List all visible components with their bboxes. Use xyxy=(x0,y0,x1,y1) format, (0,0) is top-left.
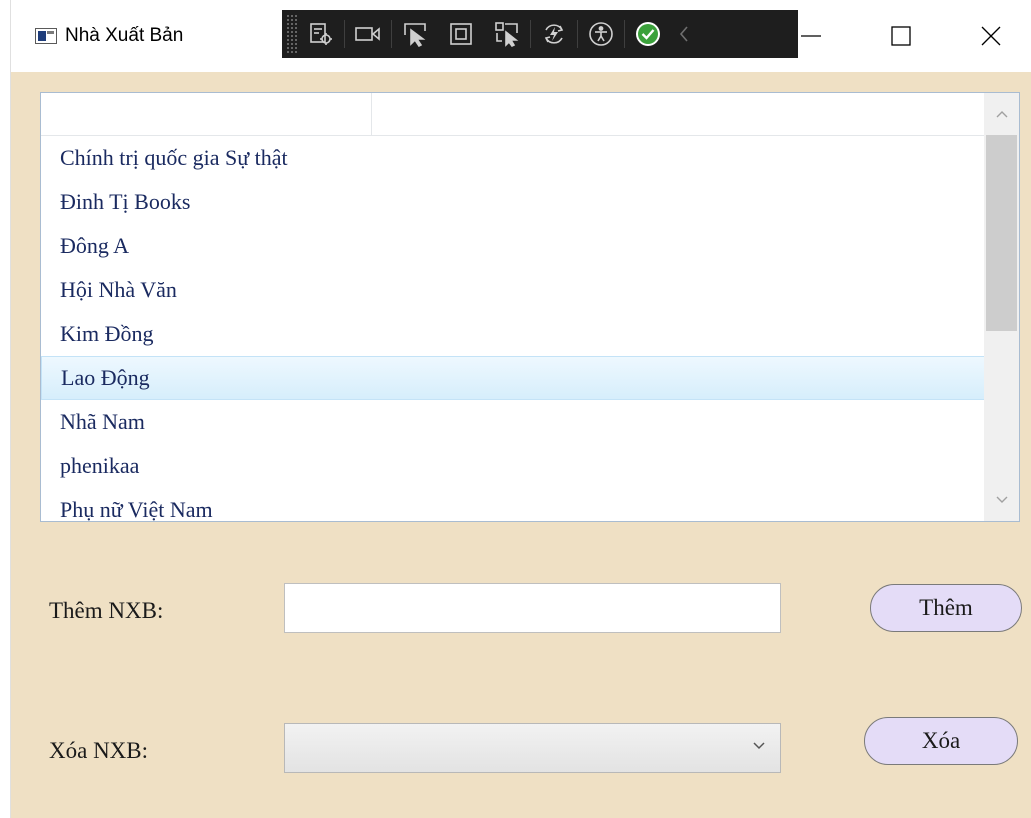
minimize-icon xyxy=(801,35,821,37)
chevron-up-icon xyxy=(996,111,1007,118)
select-element-icon[interactable] xyxy=(392,14,438,54)
track-focused-element-icon[interactable] xyxy=(484,14,530,54)
list-item[interactable]: Nhã Nam xyxy=(41,400,985,444)
list-item[interactable]: Kim Đồng xyxy=(41,312,985,356)
close-icon xyxy=(981,26,1001,46)
wpf-debug-toolbar xyxy=(282,10,798,58)
title-bar[interactable]: Nhà Xuất Bản xyxy=(11,0,1031,72)
maximize-icon xyxy=(891,26,911,46)
list-item[interactable]: Đinh Tị Books xyxy=(41,180,985,224)
delete-button[interactable]: Xóa xyxy=(864,717,1018,765)
collapse-toolbar-icon[interactable] xyxy=(671,14,697,54)
list-item[interactable]: Phụ nữ Việt Nam xyxy=(41,488,985,532)
minimize-button[interactable] xyxy=(781,16,841,56)
list-header xyxy=(41,93,985,136)
live-visual-tree-icon[interactable] xyxy=(298,14,344,54)
list-item[interactable]: Chính trị quốc gia Sự thật xyxy=(41,136,985,180)
close-button[interactable] xyxy=(961,16,1021,56)
chevron-down-icon xyxy=(753,742,765,750)
window-title: Nhà Xuất Bản xyxy=(65,25,184,46)
list-item[interactable]: Hội Nhà Văn xyxy=(41,268,985,312)
toolbar-grip-icon[interactable] xyxy=(286,14,298,54)
add-publisher-input[interactable] xyxy=(284,583,781,633)
add-button[interactable]: Thêm xyxy=(870,584,1022,632)
app-window-icon xyxy=(35,28,57,44)
chevron-down-icon xyxy=(996,496,1007,503)
maximize-button[interactable] xyxy=(871,16,931,56)
list-item[interactable]: phenikaa xyxy=(41,444,985,488)
binding-ok-check-icon[interactable] xyxy=(625,14,671,54)
list-rows: Chính trị quốc gia Sự thật Đinh Tị Books… xyxy=(41,136,985,532)
scroll-down-button[interactable] xyxy=(984,479,1019,521)
column-header[interactable] xyxy=(41,93,372,135)
accessibility-icon[interactable] xyxy=(578,14,624,54)
add-publisher-label: Thêm NXB: xyxy=(49,598,164,623)
list-item[interactable]: Đông A xyxy=(41,224,985,268)
record-video-icon[interactable] xyxy=(345,14,391,54)
window-left-edge xyxy=(0,0,11,818)
hot-reload-icon[interactable] xyxy=(531,14,577,54)
delete-publisher-label: Xóa NXB: xyxy=(49,738,149,763)
scrollbar-thumb[interactable] xyxy=(986,135,1017,331)
delete-publisher-combobox[interactable] xyxy=(284,723,781,773)
main-content: Chính trị quốc gia Sự thật Đinh Tị Books… xyxy=(11,72,1031,818)
publisher-list[interactable]: Chính trị quốc gia Sự thật Đinh Tị Books… xyxy=(40,92,1020,522)
scroll-up-button[interactable] xyxy=(984,93,1019,135)
display-layout-adorners-icon[interactable] xyxy=(438,14,484,54)
list-item-selected[interactable]: Lao Động xyxy=(41,356,985,400)
vertical-scrollbar[interactable] xyxy=(984,93,1019,521)
